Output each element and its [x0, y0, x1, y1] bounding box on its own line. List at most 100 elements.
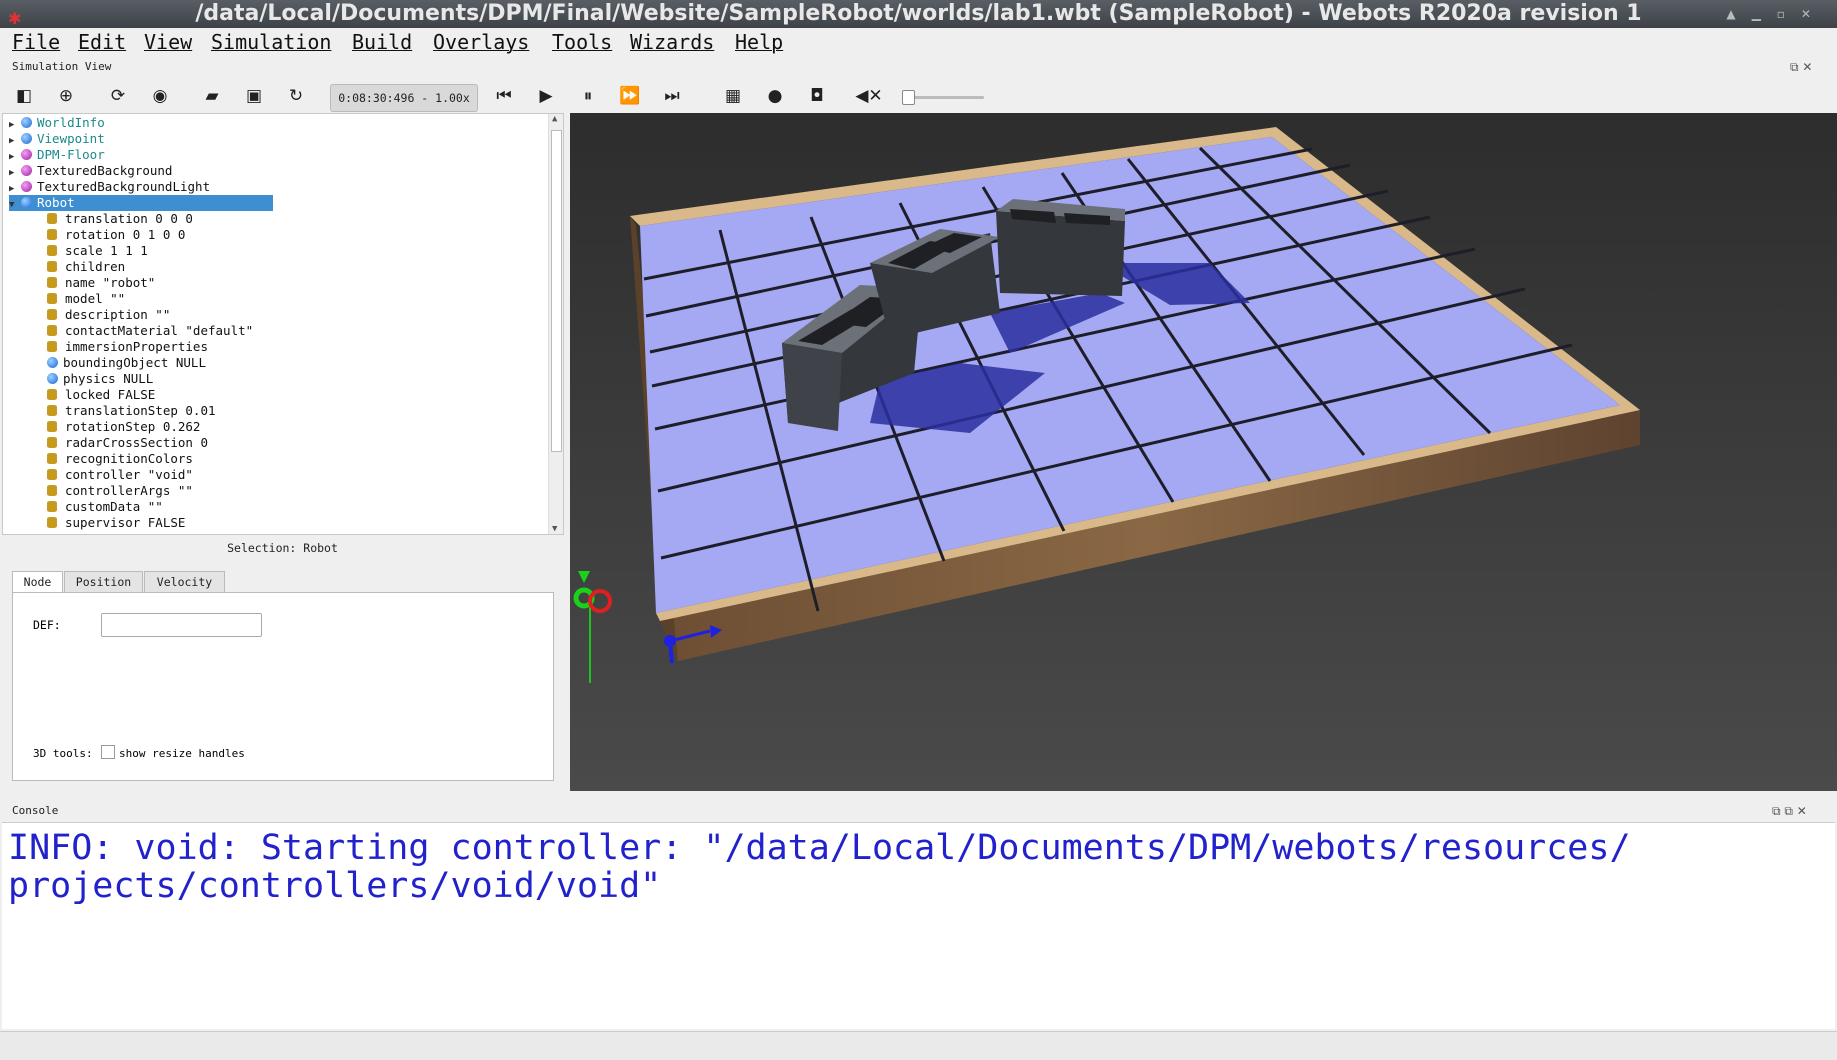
- field-icon: [47, 405, 57, 416]
- step-back-icon[interactable]: ⏮: [491, 84, 517, 108]
- menu-simulation[interactable]: Simulation: [211, 30, 331, 54]
- field-icon: [47, 325, 57, 336]
- scene-tree-item[interactable]: ▶ DPM-Floor: [9, 147, 105, 163]
- save-world-icon[interactable]: ▣: [241, 84, 267, 108]
- node-icon: [21, 117, 32, 128]
- window-controls[interactable]: ▲▁▫✕: [1726, 0, 1827, 28]
- scene-tree-item[interactable]: ▼ Robot: [9, 195, 273, 211]
- fastest-icon[interactable]: ⏭: [659, 84, 685, 108]
- record-movie-icon[interactable]: ▦: [720, 84, 746, 108]
- tab-node[interactable]: Node: [12, 571, 63, 594]
- menu-wizards[interactable]: Wizards: [630, 30, 714, 54]
- scene-tree-item-label: controllerArgs "": [65, 483, 193, 498]
- scene-tree-item[interactable]: model "": [47, 291, 125, 307]
- menu-overlays[interactable]: Overlays: [433, 30, 529, 54]
- scene-tree-item-label: locked FALSE: [65, 387, 156, 402]
- scene-tree-item[interactable]: customData "": [47, 499, 163, 515]
- 3d-scene[interactable]: [570, 113, 1837, 791]
- scene-tree-scrollbar[interactable]: ▲ ▼: [548, 114, 563, 534]
- view-eye-icon[interactable]: ◉: [147, 84, 173, 108]
- scene-tree-item[interactable]: ▶ WorldInfo: [9, 115, 105, 131]
- scene-tree-item-label: radarCrossSection 0: [65, 435, 208, 450]
- scroll-down-icon[interactable]: ▼: [552, 524, 557, 534]
- menu-tools[interactable]: Tools: [552, 30, 612, 54]
- reset-simulation-icon[interactable]: ↻: [283, 84, 309, 108]
- scene-tree-item[interactable]: ▶ TexturedBackground: [9, 163, 172, 179]
- 3d-tools-label: 3D tools:: [33, 747, 93, 760]
- console-dock-buttons[interactable]: ⧉ ⧉ ✕: [1772, 804, 1807, 819]
- scene-tree-item-label: rotationStep 0.262: [65, 419, 201, 434]
- scene-tree-item[interactable]: physics NULL: [47, 371, 153, 387]
- status-bar: [0, 1031, 1837, 1060]
- scene-tree-item[interactable]: controllerArgs "": [47, 483, 193, 499]
- scroll-thumb[interactable]: [551, 130, 562, 452]
- mute-sound-icon[interactable]: ◀✕: [855, 84, 882, 108]
- scene-tree-item[interactable]: rotation 0 1 0 0: [47, 227, 185, 243]
- scene-tree-item[interactable]: rotationStep 0.262: [47, 419, 200, 435]
- proto-node-icon: [21, 181, 32, 192]
- scene-tree-item[interactable]: supervisor FALSE: [47, 515, 185, 531]
- field-icon: [47, 277, 57, 288]
- scene-tree-item[interactable]: immersionProperties: [47, 339, 208, 355]
- scene-tree-item[interactable]: recognitionColors: [47, 451, 193, 467]
- screenshot-camera-icon[interactable]: ◘: [804, 84, 830, 108]
- add-node-icon[interactable]: ⊕: [53, 84, 79, 108]
- scene-tree-item[interactable]: translationStep 0.01: [47, 403, 216, 419]
- scene-tree-item-label: controller "void": [65, 467, 193, 482]
- scene-tree-item-label: boundingObject NULL: [63, 355, 206, 370]
- field-icon: [47, 485, 57, 496]
- show-resize-handles-label[interactable]: show resize handles: [119, 747, 245, 760]
- concrete-block-3: [996, 199, 1125, 296]
- field-icon: [47, 421, 57, 432]
- scene-tree[interactable]: ▶ WorldInfo ▶ Viewpoint ▶ DPM-Floor ▶ TexturedB…: [2, 113, 564, 535]
- field-icon: [47, 341, 57, 352]
- def-label: DEF:: [33, 618, 61, 632]
- field-icon: [47, 229, 57, 240]
- record-icon[interactable]: ●: [762, 84, 788, 108]
- scene-tree-item[interactable]: name "robot": [47, 275, 155, 291]
- scene-tree-item[interactable]: scale 1 1 1: [47, 243, 148, 259]
- pause-icon[interactable]: ⏸: [575, 84, 601, 108]
- scene-tree-item[interactable]: radarCrossSection 0: [47, 435, 208, 451]
- show-resize-handles-checkbox[interactable]: [101, 745, 115, 759]
- sim-dock-buttons[interactable]: ⧉ ✕: [1790, 60, 1812, 75]
- tab-velocity[interactable]: Velocity: [144, 571, 225, 592]
- scene-tree-item[interactable]: controller "void": [47, 467, 193, 483]
- reload-world-icon[interactable]: ⟳: [105, 84, 131, 108]
- scene-tree-item[interactable]: children: [47, 259, 125, 275]
- scene-tree-item[interactable]: contactMaterial "default": [47, 323, 253, 339]
- scroll-up-icon[interactable]: ▲: [552, 114, 557, 124]
- menu-help[interactable]: Help: [735, 30, 783, 54]
- scene-tree-item-label: translation 0 0 0: [65, 211, 193, 226]
- scene-tree-item[interactable]: boundingObject NULL: [47, 355, 206, 371]
- scene-tree-item[interactable]: ▶ TexturedBackgroundLight: [9, 179, 210, 195]
- volume-slider-track[interactable]: [904, 96, 984, 99]
- menu-build[interactable]: Build: [352, 30, 412, 54]
- tab-position[interactable]: Position: [64, 571, 143, 592]
- scene-tree-item[interactable]: ▶ Viewpoint: [9, 131, 105, 147]
- expanded-arrow-icon[interactable]: ▼: [9, 197, 21, 213]
- fast-forward-icon[interactable]: ⏩: [617, 84, 643, 108]
- play-icon[interactable]: ▶: [533, 84, 559, 108]
- scene-tree-item-label: TexturedBackground: [37, 163, 173, 178]
- window-titlebar: ✱ /data/Local/Documents/DPM/Final/Websit…: [0, 0, 1837, 28]
- field-icon: [47, 501, 57, 512]
- volume-slider-handle[interactable]: [902, 90, 915, 105]
- field-icon: [47, 293, 57, 304]
- scene-tree-item-label: translationStep 0.01: [65, 403, 216, 418]
- open-world-icon[interactable]: ▰: [199, 84, 225, 108]
- console-output[interactable]: INFO: void: Starting controller: "/data/…: [2, 822, 1835, 1029]
- scene-tree-item-label: immersionProperties: [65, 339, 208, 354]
- scene-tree-item[interactable]: description "": [47, 307, 170, 323]
- field-icon: [47, 389, 57, 400]
- toggle-scene-tree-icon[interactable]: ◧: [11, 84, 37, 108]
- menu-view[interactable]: View: [144, 30, 192, 54]
- scene-tree-item[interactable]: translation 0 0 0: [47, 211, 193, 227]
- def-input[interactable]: [101, 613, 262, 637]
- node-icon: [21, 197, 32, 208]
- 3d-viewport[interactable]: [570, 113, 1837, 791]
- menu-file[interactable]: File: [12, 30, 60, 54]
- menu-edit[interactable]: Edit: [78, 30, 126, 54]
- field-icon: [47, 517, 57, 528]
- scene-tree-item[interactable]: locked FALSE: [47, 387, 155, 403]
